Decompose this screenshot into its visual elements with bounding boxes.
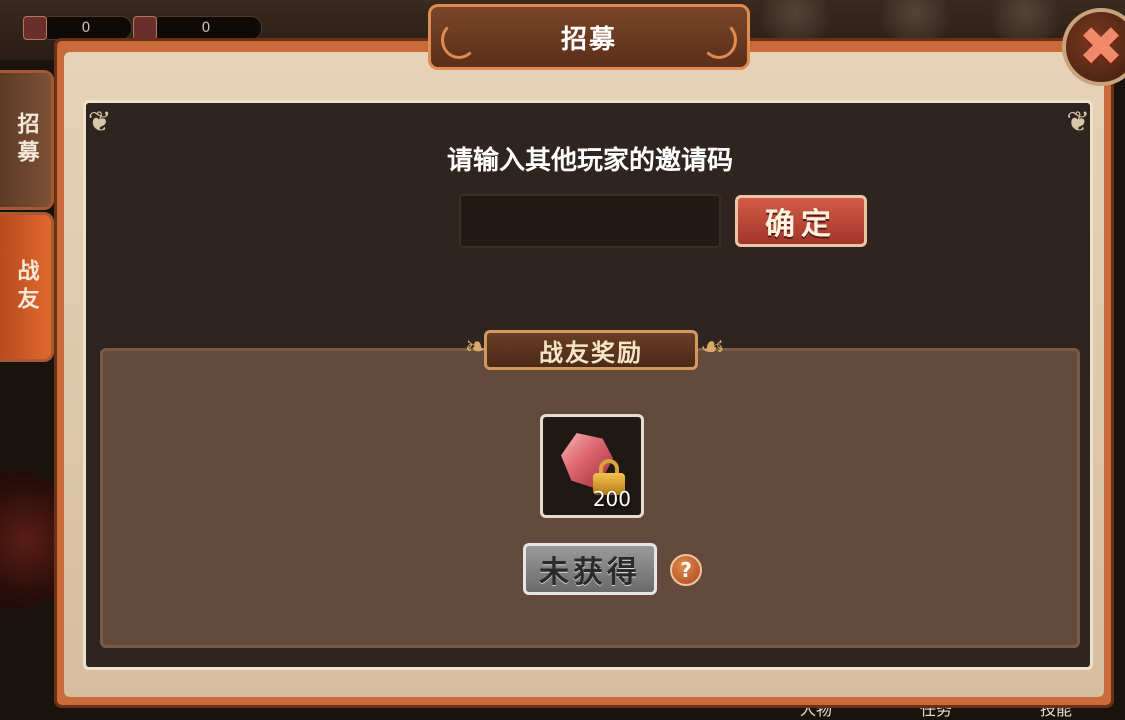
help-button[interactable]: ?: [670, 554, 702, 586]
corner-ornament-icon: ❦: [1066, 105, 1090, 138]
close-icon: ✖: [1078, 15, 1124, 78]
currency-icon: [133, 16, 157, 40]
lock-icon: [593, 459, 625, 495]
wing-ornament-icon: ☙: [700, 330, 726, 363]
invite-code-input[interactable]: [459, 194, 721, 248]
gift-icon: [880, 0, 950, 40]
claim-status-button[interactable]: 未获得: [523, 543, 657, 595]
reward-item-slot[interactable]: 200: [540, 414, 644, 518]
corner-ornament-icon: ❦: [88, 105, 112, 138]
invite-prompt: 请输入其他玩家的邀请码: [446, 146, 733, 176]
currency-display-2: 0: [133, 16, 262, 40]
currency-display-1: 0: [23, 16, 132, 40]
dialog-title: 招募: [428, 4, 750, 70]
side-tab-recruit[interactable]: 招募: [0, 70, 54, 210]
item-count: 200: [592, 487, 631, 511]
currency-icon: [23, 16, 47, 40]
wing-ornament-icon: ❧: [464, 330, 488, 363]
reward-header: 战友奖励: [484, 330, 698, 370]
confirm-button[interactable]: 确定: [735, 195, 867, 247]
background-icon: [760, 0, 830, 40]
treasure-icon: [990, 0, 1060, 40]
side-tab-friend[interactable]: 战友: [0, 212, 54, 362]
